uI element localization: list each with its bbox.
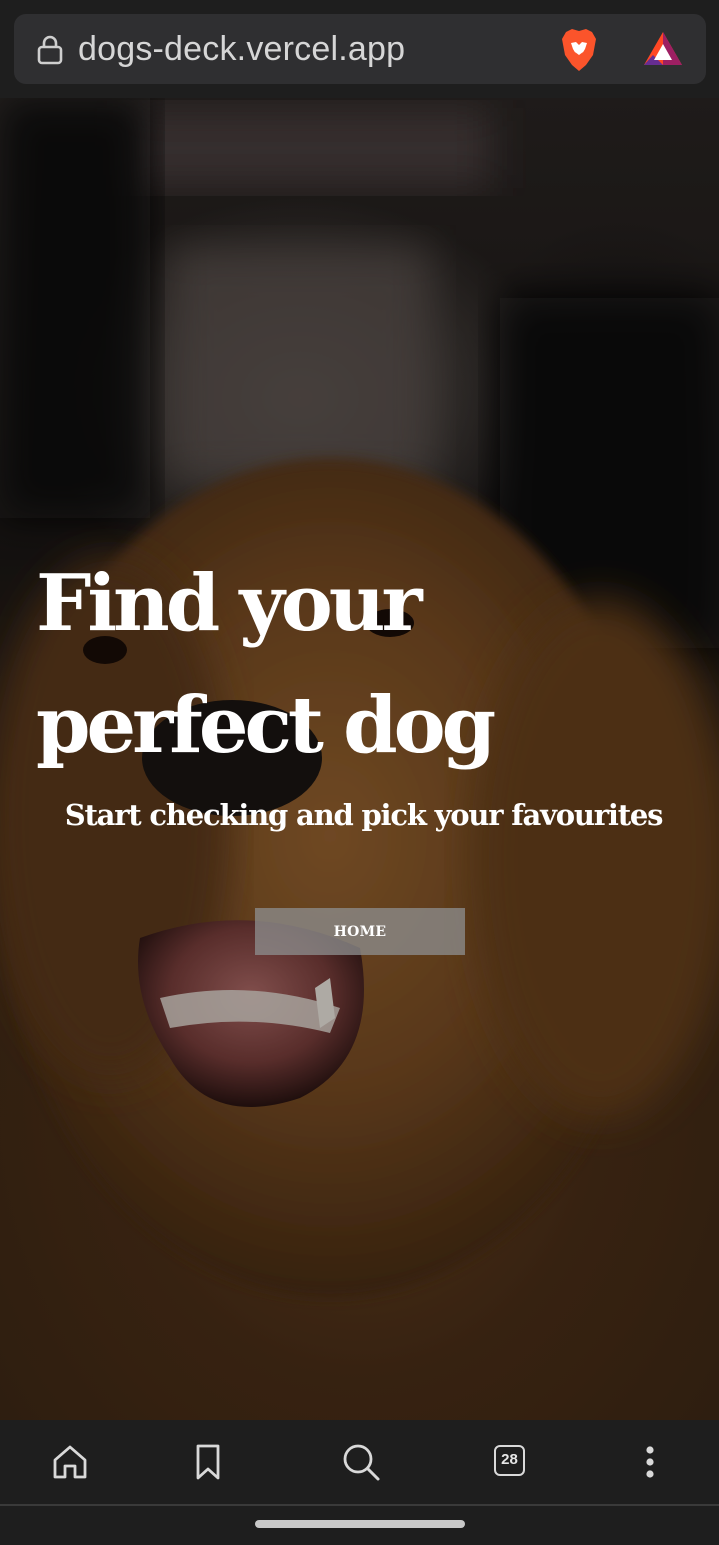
- gesture-handle[interactable]: [255, 1520, 465, 1528]
- bookmark-icon[interactable]: [186, 1440, 230, 1484]
- hero-title-line1: Find your: [36, 558, 423, 649]
- tabs-icon[interactable]: 28: [494, 1445, 525, 1476]
- bottom-nav: 28: [0, 1420, 719, 1504]
- brave-shields-icon[interactable]: [558, 27, 600, 78]
- hero-title-line2: perfect dog: [36, 680, 496, 771]
- more-menu-icon[interactable]: [628, 1440, 672, 1484]
- brave-rewards-icon[interactable]: [642, 30, 684, 73]
- hero-subtitle: Start checking and pick your favourites: [64, 798, 664, 832]
- nav-divider: [0, 1504, 719, 1506]
- hero-section: Find your perfect dog Start checking and…: [0, 98, 719, 1420]
- hero-title: Find your perfect dog: [36, 543, 676, 787]
- url-text[interactable]: dogs-deck.vercel.app: [78, 28, 405, 70]
- address-bar[interactable]: dogs-deck.vercel.app: [14, 14, 706, 84]
- home-button[interactable]: HOME: [255, 908, 465, 955]
- home-icon[interactable]: [48, 1440, 92, 1484]
- lock-icon[interactable]: [36, 35, 64, 70]
- browser-bottom-bar: 28: [0, 1420, 719, 1545]
- search-icon[interactable]: [339, 1440, 383, 1484]
- browser-top-bar: dogs-deck.vercel.app: [0, 0, 719, 98]
